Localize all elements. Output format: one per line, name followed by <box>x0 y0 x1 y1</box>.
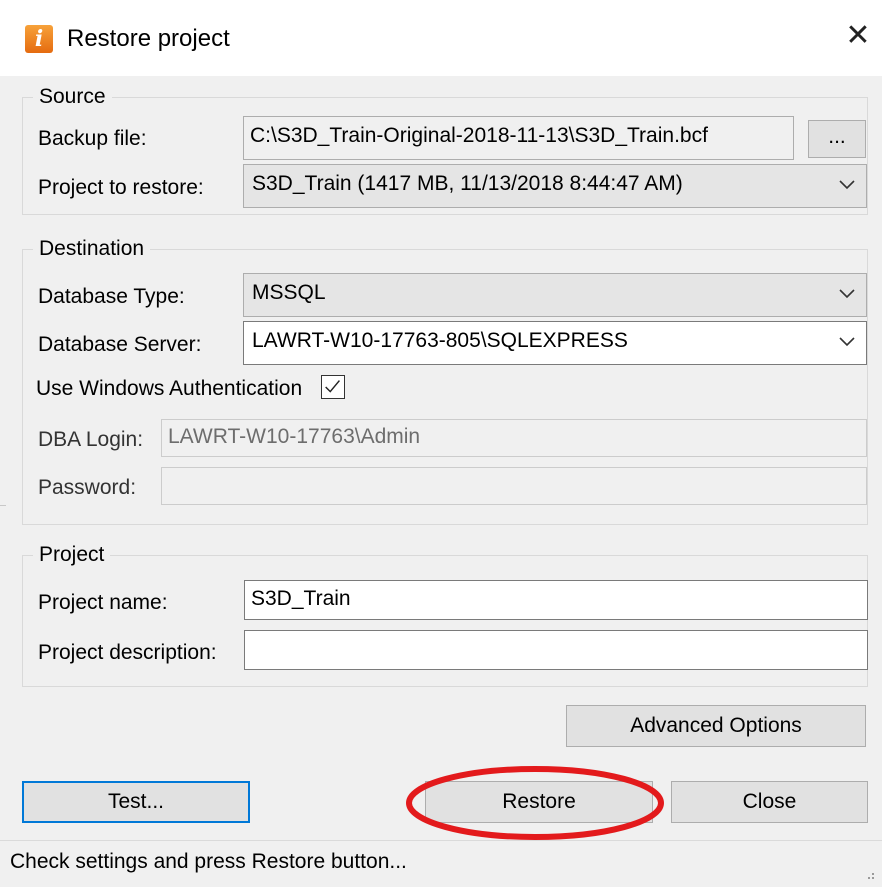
browse-button-label: ... <box>828 125 846 148</box>
window-title: Restore project <box>67 25 230 52</box>
info-icon: i <box>25 25 53 53</box>
chevron-down-icon <box>839 289 855 299</box>
test-button-label: Test... <box>107 790 165 813</box>
backup-file-field[interactable]: C:\S3D_Train-Original-2018-11-13\S3D_Tra… <box>243 116 794 160</box>
database-server-label: Database Server: <box>38 333 202 356</box>
project-description-field[interactable] <box>244 630 868 670</box>
status-text: Check settings and press Restore button.… <box>10 850 407 873</box>
background-edge-left <box>0 505 6 506</box>
project-to-restore-select[interactable]: S3D_Train (1417 MB, 11/13/2018 8:44:47 A… <box>243 164 867 208</box>
restore-button-label: Restore <box>502 790 576 813</box>
windows-auth-label: Use Windows Authentication <box>36 377 303 400</box>
title-bar[interactable]: i Restore project ✕ <box>0 0 882 76</box>
database-type-value: MSSQL <box>252 281 326 304</box>
project-name-field[interactable]: S3D_Train <box>244 580 868 620</box>
restore-project-dialog: i Restore project ✕ Source Backup file: … <box>0 0 882 887</box>
database-type-label: Database Type: <box>38 285 185 308</box>
project-description-label: Project description: <box>38 641 217 664</box>
dba-login-label: DBA Login: <box>38 428 144 451</box>
chevron-down-icon <box>839 180 855 190</box>
database-server-combo[interactable]: LAWRT-W10-17763-805\SQLEXPRESS <box>243 321 867 365</box>
close-icon[interactable]: ✕ <box>838 16 878 56</box>
advanced-options-label: Advanced Options <box>630 714 802 737</box>
status-bar: Check settings and press Restore button.… <box>0 840 882 887</box>
checkmark-icon <box>325 380 340 393</box>
dba-login-field[interactable]: LAWRT-W10-17763\Admin <box>161 419 867 457</box>
windows-auth-checkbox[interactable] <box>321 375 345 399</box>
advanced-options-button[interactable]: Advanced Options <box>566 705 866 747</box>
source-legend: Source <box>33 84 112 110</box>
test-button[interactable]: Test... <box>22 781 250 823</box>
project-to-restore-value: S3D_Train (1417 MB, 11/13/2018 8:44:47 A… <box>252 172 683 195</box>
close-button-label: Close <box>742 790 797 813</box>
database-server-value: LAWRT-W10-17763-805\SQLEXPRESS <box>252 329 628 352</box>
browse-button[interactable]: ... <box>808 120 866 158</box>
project-to-restore-label: Project to restore: <box>38 176 204 199</box>
password-label: Password: <box>38 476 137 499</box>
chevron-down-icon <box>839 337 855 347</box>
password-field[interactable] <box>161 467 867 505</box>
backup-file-label: Backup file: <box>38 127 147 150</box>
close-button[interactable]: Close <box>671 781 868 823</box>
destination-legend: Destination <box>33 236 151 262</box>
database-type-select[interactable]: MSSQL <box>243 273 867 317</box>
restore-button[interactable]: Restore <box>425 781 653 823</box>
resize-grip-icon[interactable] <box>860 865 876 881</box>
project-name-label: Project name: <box>38 591 168 614</box>
project-legend: Project <box>33 542 111 568</box>
